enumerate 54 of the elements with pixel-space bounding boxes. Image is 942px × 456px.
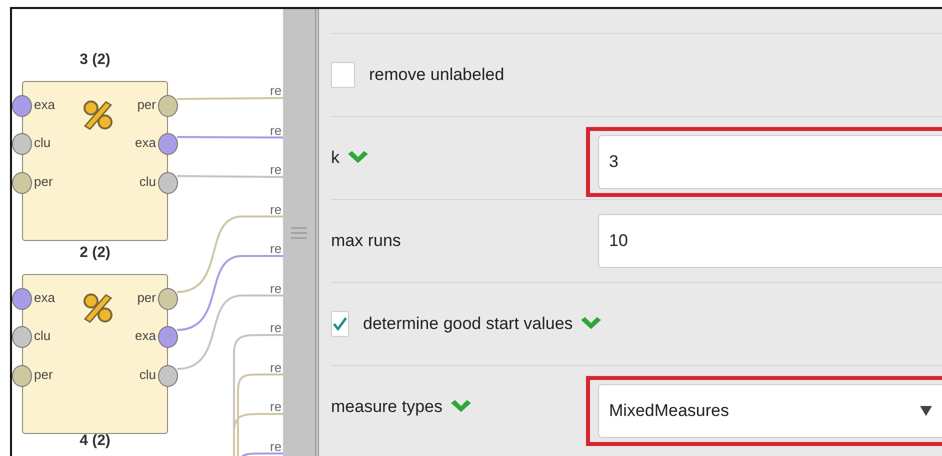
port-label: exa [34,97,55,112]
port-label: clu [34,328,51,343]
output-port[interactable] [158,365,178,387]
connection-label: re [270,360,282,374]
grip-icon [291,226,307,238]
output-port[interactable] [158,133,178,155]
connection-label: re [270,122,282,138]
checkbox-label: remove unlabeled [369,65,504,85]
output-port[interactable] [158,326,178,348]
operator-box[interactable] [22,81,168,241]
number-field[interactable]: 10 [598,214,942,268]
port-label: exa [135,328,156,343]
input-port[interactable] [12,133,32,155]
output-port[interactable] [158,288,178,310]
input-port[interactable] [12,288,32,310]
connection-label: re [270,162,282,177]
checkbox-label: determine good start values [363,314,573,334]
output-port[interactable] [158,172,178,194]
connection-label: re [270,280,282,296]
port-label: exa [34,290,55,305]
input-port[interactable] [12,326,32,348]
connection-label: re [270,83,282,98]
connection-label: re [270,399,282,414]
parameter-label: max runs [331,231,401,251]
connection-label: re [270,320,282,335]
operator-title: 3 (2) [78,51,112,68]
output-port[interactable] [158,95,178,117]
input-port[interactable] [12,95,32,117]
parameter-label: measure types [331,397,442,417]
port-label: per [137,290,156,305]
parameter-label: k [331,148,340,168]
connection-label: re [270,438,282,454]
port-label: clu [139,367,156,382]
operator-title: 2 (2) [78,244,112,261]
operator-title: 4 (2) [78,432,112,449]
port-label: per [34,367,53,382]
dropdown[interactable]: MixedMeasures [598,384,942,438]
port-label: clu [34,135,51,150]
connection-label: re [270,202,282,216]
checkbox[interactable] [331,62,355,88]
percent-icon [82,292,114,324]
number-field[interactable]: 3 [598,135,942,189]
port-label: per [137,97,156,112]
input-port[interactable] [12,172,32,194]
input-port[interactable] [12,365,32,387]
dropdown-arrow-icon [920,406,932,416]
port-label: per [34,174,53,189]
splitter-handle[interactable] [283,9,319,456]
checkbox[interactable] [331,311,349,337]
port-label: exa [135,135,156,150]
connection-label: re [270,241,282,256]
operator-box[interactable] [22,274,168,434]
port-label: clu [139,174,156,189]
percent-icon [82,99,114,131]
